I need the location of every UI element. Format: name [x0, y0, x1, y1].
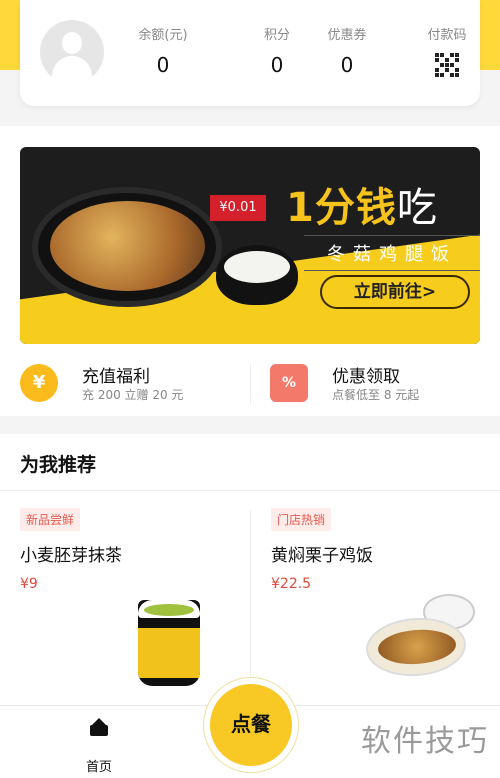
coupon-promo[interactable]: % 优惠领取 点餐低至 8 元起	[270, 358, 480, 408]
cup-band	[138, 628, 200, 678]
chicken-dish	[376, 627, 458, 667]
product-card[interactable]: 门店热销 黄焖栗子鸡饭 ¥22.5	[271, 508, 500, 698]
account-card: 余额(元) 0 积分 0 优惠券 0 付款码	[20, 0, 480, 106]
product-tag: 门店热销	[271, 508, 332, 531]
banner-subtitle: 冬菇鸡腿饭	[304, 235, 480, 271]
coupons-label: 优惠券	[327, 28, 367, 43]
pay-code-label: 付款码	[427, 28, 467, 43]
home-icon	[90, 718, 108, 736]
coin-yen-icon: ¥	[20, 364, 58, 402]
recharge-title: 充值福利	[82, 367, 150, 387]
recommend-divider	[0, 490, 500, 491]
banner-headline-main: 1分钱	[286, 185, 397, 231]
recommend-title: 为我推荐	[20, 454, 97, 476]
points-label: 积分	[263, 28, 290, 43]
coupons-stat[interactable]: 优惠券 0	[312, 24, 382, 77]
matcha-drink-image	[138, 600, 200, 686]
product-name: 黄焖栗子鸡饭	[271, 546, 373, 566]
coupon-title: 优惠领取	[332, 367, 400, 387]
balance-stat[interactable]: 余额(元) 0	[128, 24, 198, 77]
watermark: 软件技巧	[350, 706, 500, 778]
claypot-image	[32, 187, 222, 307]
matcha-surface	[144, 604, 194, 616]
qr-code-icon	[435, 53, 459, 77]
avatar[interactable]	[40, 20, 104, 84]
promo-divider	[250, 364, 251, 404]
tab-home[interactable]: 首页	[72, 712, 126, 775]
banner-headline-eat: 吃	[396, 185, 438, 231]
pay-code-button[interactable]: 付款码	[412, 24, 482, 77]
banner-go-button[interactable]: 立即前往>	[320, 275, 470, 309]
product-tag: 新品尝鲜	[20, 508, 81, 531]
product-card[interactable]: 新品尝鲜 小麦胚芽抹茶 ¥9	[20, 508, 250, 698]
order-button[interactable]: 点餐	[204, 678, 298, 772]
banner-price-tag: ¥0.01	[210, 195, 266, 221]
coupon-ticket-icon: %	[270, 364, 308, 402]
product-column-divider	[250, 510, 251, 690]
product-name: 小麦胚芽抹茶	[20, 546, 122, 566]
product-price: ¥22.5	[271, 576, 312, 592]
recharge-subtitle: 充 200 立赠 20 元	[82, 388, 184, 402]
avatar-body	[52, 56, 92, 84]
rice-bowl-image	[216, 245, 298, 305]
balance-value: 0	[156, 53, 170, 77]
avatar-head	[62, 32, 82, 54]
coupons-value: 0	[340, 53, 354, 77]
banner-headline: 1分钱吃	[286, 175, 438, 233]
tab-home-label: 首页	[85, 760, 112, 775]
chicken-food-image	[50, 201, 205, 291]
points-stat[interactable]: 积分 0	[242, 24, 312, 77]
balance-label: 余额(元)	[138, 28, 188, 43]
points-value: 0	[270, 53, 284, 77]
recharge-promo[interactable]: ¥ 充值福利 充 200 立赠 20 元	[20, 358, 250, 408]
rice-image	[224, 251, 290, 283]
promo-banner[interactable]: ¥0.01 1分钱吃 冬菇鸡腿饭 立即前往>	[20, 147, 480, 344]
product-price: ¥9	[20, 576, 38, 592]
coupon-subtitle: 点餐低至 8 元起	[332, 388, 420, 402]
